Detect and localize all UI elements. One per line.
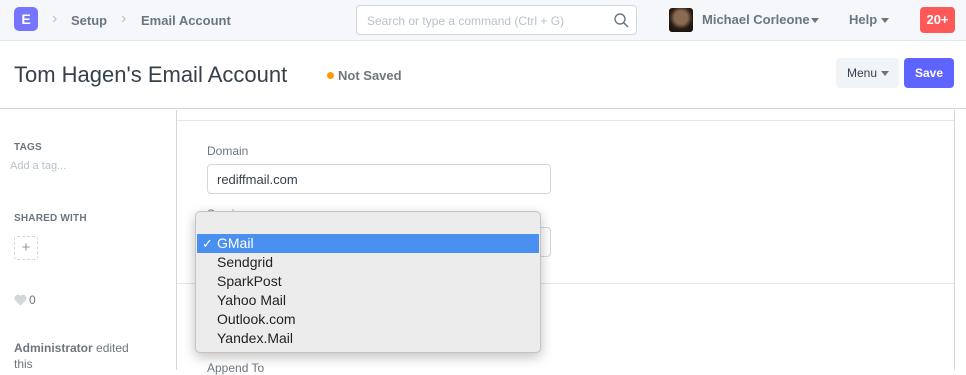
- save-button[interactable]: Save: [904, 58, 954, 88]
- checkmark-icon: ✓: [202, 236, 213, 251]
- chevron-right-icon: ›: [121, 10, 127, 27]
- dropdown-option[interactable]: SparkPost: [197, 272, 539, 291]
- option-label: SparkPost: [217, 273, 282, 289]
- notification-badge[interactable]: 20+: [920, 7, 955, 33]
- shared-with-heading: SHARED WITH: [14, 213, 87, 224]
- like-count: 0: [29, 293, 36, 307]
- caret-down-icon: [811, 18, 819, 23]
- page-title: Tom Hagen's Email Account: [14, 62, 288, 87]
- search-input[interactable]: Search or type a command (Ctrl + G): [356, 5, 637, 35]
- plus-icon: +: [21, 239, 31, 256]
- menu-button-label: Menu: [847, 66, 878, 80]
- divider: [177, 120, 954, 121]
- chevron-right-icon: ›: [52, 10, 58, 27]
- option-label: Yahoo Mail: [217, 292, 287, 308]
- activity-user[interactable]: Administrator: [14, 341, 93, 355]
- tags-heading: TAGS: [14, 142, 42, 153]
- add-tag-input[interactable]: Add a tag...: [10, 160, 66, 172]
- menu-button[interactable]: Menu: [836, 58, 899, 88]
- heart-icon[interactable]: [14, 294, 27, 306]
- search-placeholder: Search or type a command (Ctrl + G): [367, 14, 565, 28]
- append-to-label: Append To: [207, 361, 265, 375]
- app-logo[interactable]: E: [14, 7, 38, 31]
- activity-entry: Administrator edited this: [14, 340, 144, 372]
- domain-field[interactable]: rediffmail.com: [207, 164, 551, 194]
- dropdown-option[interactable]: Sendgrid: [197, 253, 539, 272]
- dropdown-option[interactable]: Outlook.com: [197, 310, 539, 329]
- caret-down-icon: [881, 18, 889, 23]
- dropdown-option[interactable]: ✓ GMail: [197, 234, 539, 253]
- service-dropdown[interactable]: ✓ GMail Sendgrid SparkPost Yahoo Mail Ou…: [195, 211, 541, 353]
- sidebar: TAGS Add a tag... SHARED WITH + 0 Admini…: [0, 110, 176, 372]
- add-share-button[interactable]: +: [14, 236, 38, 260]
- dropdown-option[interactable]: Yahoo Mail: [197, 291, 539, 310]
- user-menu[interactable]: Michael Corleone: [702, 12, 810, 27]
- option-label: Yandex.Mail: [217, 330, 294, 346]
- dropdown-option[interactable]: Yandex.Mail: [197, 329, 539, 348]
- status-indicator-icon: [327, 72, 334, 79]
- help-menu[interactable]: Help: [849, 12, 877, 27]
- status-badge: Not Saved: [338, 68, 402, 83]
- breadcrumb-setup[interactable]: Setup: [71, 13, 107, 28]
- navbar: E › Setup › Email Account Search or type…: [0, 0, 966, 41]
- search-icon: [614, 13, 629, 28]
- option-label: Outlook.com: [217, 311, 296, 327]
- breadcrumb-email-account[interactable]: Email Account: [141, 13, 231, 28]
- domain-label: Domain: [207, 144, 249, 158]
- option-label: Sendgrid: [217, 254, 274, 270]
- option-label: GMail: [217, 235, 254, 251]
- avatar[interactable]: [669, 8, 693, 32]
- caret-down-icon: [881, 71, 889, 76]
- page-head: Tom Hagen's Email Account Not Saved Menu…: [0, 41, 966, 109]
